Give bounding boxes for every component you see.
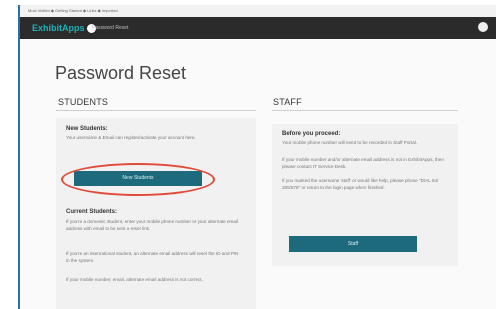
app-header: ExhibitApps Password Reset [20,17,496,39]
nav-password-reset[interactable]: Password Reset [92,23,128,33]
staff-divider [272,110,458,111]
students-divider [56,110,256,111]
current-students-text-1: If you're a domestic student, enter your… [66,219,238,231]
page-title: Password Reset [55,63,187,83]
students-heading: STUDENTS [58,97,109,107]
new-students-heading: New Students: [66,126,108,132]
highlight-circle [61,163,215,196]
current-students-heading: Current Students: [66,209,117,215]
bookmarks-bar[interactable]: Most Visited ◆ Getting Started ◆ Links ◆… [18,5,496,17]
staff-heading: STAFF [273,97,302,107]
brand-name: ExhibitApps [32,23,85,33]
current-students-text-2: If you're an international student, an a… [66,251,239,263]
new-students-text: Your username & Email can register/activ… [66,135,196,140]
brand-logo[interactable]: ExhibitApps [32,21,96,35]
before-proceed-heading: Before you proceed: [282,131,341,137]
staff-text-2: If your mobile number and/or alternate e… [282,157,444,169]
staff-text-3: If you marked the username 'staff' or wo… [282,178,439,190]
staff-text-1: Your mobile phone number will need to be… [282,140,418,145]
user-avatar-icon[interactable] [478,22,488,32]
staff-button[interactable]: Staff [289,236,417,252]
current-students-text-3: If your mobile number, email, alternate … [66,277,203,282]
